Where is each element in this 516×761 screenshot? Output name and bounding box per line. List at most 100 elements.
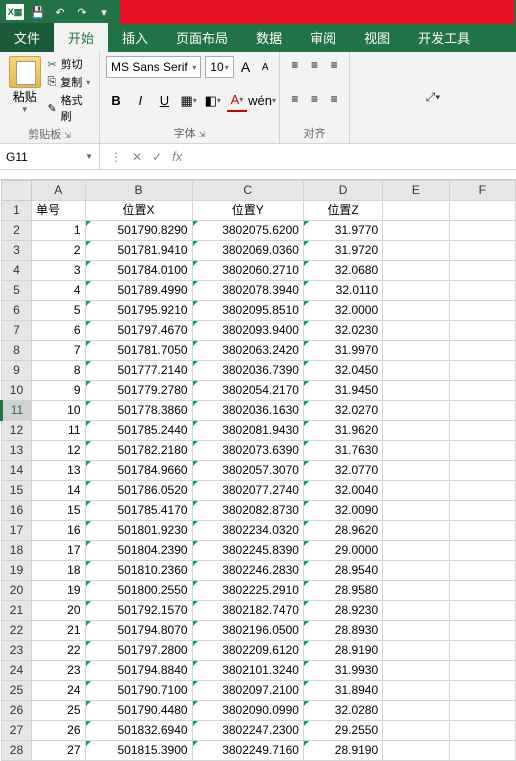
cell-C11[interactable]: 3802036.1630 (192, 401, 303, 421)
cell-C19[interactable]: 3802246.2830 (192, 561, 303, 581)
cell-B4[interactable]: 501784.0100 (85, 261, 192, 281)
cell-E19[interactable] (383, 561, 449, 581)
cell-D25[interactable]: 31.8940 (303, 681, 382, 701)
enter-icon[interactable]: ✓ (152, 150, 162, 164)
row-header-6[interactable]: 6 (2, 301, 32, 321)
cell-A2[interactable]: 1 (31, 221, 85, 241)
cell-A23[interactable]: 22 (31, 641, 85, 661)
cell-C17[interactable]: 3802234.0320 (192, 521, 303, 541)
cell-F9[interactable] (449, 361, 515, 381)
col-header-F[interactable]: F (449, 181, 515, 201)
cell-E28[interactable] (383, 741, 449, 761)
cell-B7[interactable]: 501797.4670 (85, 321, 192, 341)
cell-A11[interactable]: 10 (31, 401, 85, 421)
cell-F10[interactable] (449, 381, 515, 401)
cell-D4[interactable]: 32.0680 (303, 261, 382, 281)
cell-D17[interactable]: 28.9620 (303, 521, 382, 541)
cell-A17[interactable]: 16 (31, 521, 85, 541)
row-header-24[interactable]: 24 (2, 661, 32, 681)
cell-D23[interactable]: 28.9190 (303, 641, 382, 661)
row-header-21[interactable]: 21 (2, 601, 32, 621)
row-header-16[interactable]: 16 (2, 501, 32, 521)
row-header-18[interactable]: 18 (2, 541, 32, 561)
cell-A22[interactable]: 21 (31, 621, 85, 641)
cell-B23[interactable]: 501797.2800 (85, 641, 192, 661)
cell-D10[interactable]: 31.9450 (303, 381, 382, 401)
cell-A15[interactable]: 14 (31, 481, 85, 501)
cell-C4[interactable]: 3802060.2710 (192, 261, 303, 281)
cell-B11[interactable]: 501778.3860 (85, 401, 192, 421)
font-name-select[interactable]: MS Sans Serif▾ (106, 56, 201, 78)
row-header-22[interactable]: 22 (2, 621, 32, 641)
cell-E8[interactable] (383, 341, 449, 361)
cell-D8[interactable]: 31.9970 (303, 341, 382, 361)
cell-C5[interactable]: 3802078.3940 (192, 281, 303, 301)
cell-B9[interactable]: 501777.2140 (85, 361, 192, 381)
cell-C9[interactable]: 3802036.7390 (192, 361, 303, 381)
select-all-corner[interactable] (2, 181, 32, 201)
cell-F15[interactable] (449, 481, 515, 501)
align-left-button[interactable]: ≡ (286, 90, 304, 108)
row-header-4[interactable]: 4 (2, 261, 32, 281)
orientation-button[interactable]: ⤢▾ (426, 90, 441, 105)
cell-E16[interactable] (383, 501, 449, 521)
cell-A9[interactable]: 8 (31, 361, 85, 381)
cell-D21[interactable]: 28.9230 (303, 601, 382, 621)
col-header-A[interactable]: A (31, 181, 85, 201)
cell-B15[interactable]: 501786.0520 (85, 481, 192, 501)
row-header-11[interactable]: 11 (2, 401, 32, 421)
underline-button[interactable]: U (154, 90, 174, 112)
row-header-1[interactable]: 1 (2, 201, 32, 221)
row-header-27[interactable]: 27 (2, 721, 32, 741)
cell-A4[interactable]: 3 (31, 261, 85, 281)
cell-D19[interactable]: 28.9540 (303, 561, 382, 581)
row-header-26[interactable]: 26 (2, 701, 32, 721)
cell-E17[interactable] (383, 521, 449, 541)
cell-C28[interactable]: 3802249.7160 (192, 741, 303, 761)
cell-F2[interactable] (449, 221, 515, 241)
cell-C1[interactable]: 位置Y (192, 201, 303, 221)
cell-E6[interactable] (383, 301, 449, 321)
row-header-9[interactable]: 9 (2, 361, 32, 381)
cell-A18[interactable]: 17 (31, 541, 85, 561)
cell-E20[interactable] (383, 581, 449, 601)
cell-B24[interactable]: 501794.8840 (85, 661, 192, 681)
row-header-2[interactable]: 2 (2, 221, 32, 241)
cell-C15[interactable]: 3802077.2740 (192, 481, 303, 501)
cell-D15[interactable]: 32.0040 (303, 481, 382, 501)
cell-F13[interactable] (449, 441, 515, 461)
cell-B3[interactable]: 501781.9410 (85, 241, 192, 261)
cell-F17[interactable] (449, 521, 515, 541)
cell-A20[interactable]: 19 (31, 581, 85, 601)
cell-A25[interactable]: 24 (31, 681, 85, 701)
cell-E1[interactable] (383, 201, 449, 221)
align-top-button[interactable]: ≡ (286, 56, 304, 74)
cell-D16[interactable]: 32.0090 (303, 501, 382, 521)
cell-A24[interactable]: 23 (31, 661, 85, 681)
cell-E14[interactable] (383, 461, 449, 481)
cell-E25[interactable] (383, 681, 449, 701)
cell-A21[interactable]: 20 (31, 601, 85, 621)
cell-B5[interactable]: 501789.4990 (85, 281, 192, 301)
cell-F20[interactable] (449, 581, 515, 601)
row-header-10[interactable]: 10 (2, 381, 32, 401)
row-header-7[interactable]: 7 (2, 321, 32, 341)
undo-icon[interactable]: ↶ (52, 4, 68, 20)
cell-C21[interactable]: 3802182.7470 (192, 601, 303, 621)
cell-D18[interactable]: 29.0000 (303, 541, 382, 561)
cell-F16[interactable] (449, 501, 515, 521)
cell-F1[interactable] (449, 201, 515, 221)
col-header-C[interactable]: C (192, 181, 303, 201)
cell-E23[interactable] (383, 641, 449, 661)
cell-B14[interactable]: 501784.9660 (85, 461, 192, 481)
cell-D14[interactable]: 32.0770 (303, 461, 382, 481)
cell-D27[interactable]: 29.2550 (303, 721, 382, 741)
italic-button[interactable]: I (130, 90, 150, 112)
row-header-17[interactable]: 17 (2, 521, 32, 541)
cell-A12[interactable]: 11 (31, 421, 85, 441)
cell-E2[interactable] (383, 221, 449, 241)
cell-C6[interactable]: 3802095.8510 (192, 301, 303, 321)
cell-B12[interactable]: 501785.2440 (85, 421, 192, 441)
row-header-5[interactable]: 5 (2, 281, 32, 301)
cell-F12[interactable] (449, 421, 515, 441)
